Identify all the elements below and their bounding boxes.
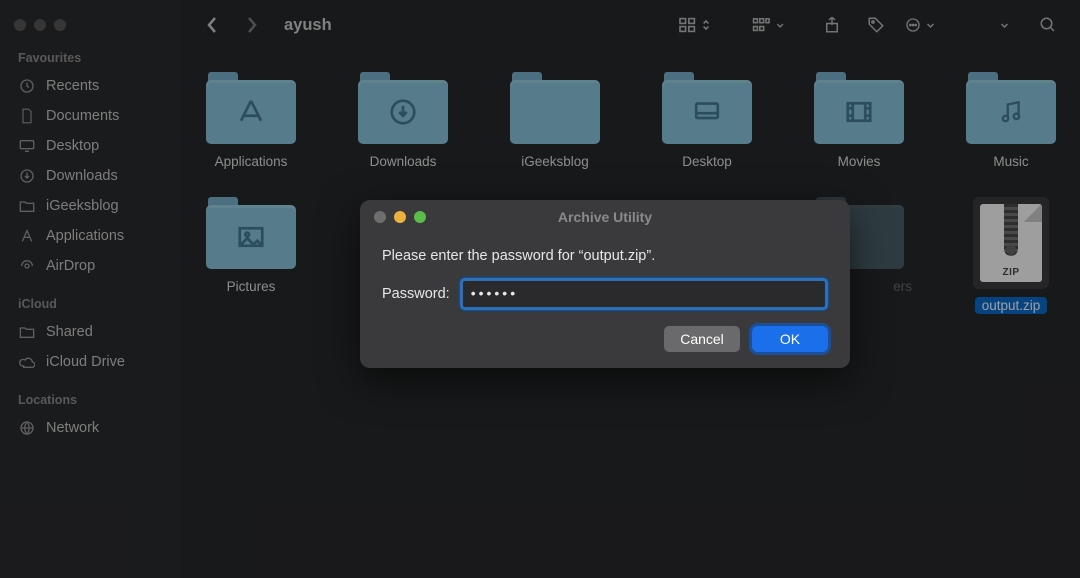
folder-movies[interactable]: Movies [806,72,912,169]
cancel-button[interactable]: Cancel [664,326,740,352]
window-title: ayush [284,16,332,35]
download-circle-icon [18,167,36,185]
sidebar-item-icloud-drive[interactable]: iCloud Drive [0,347,182,377]
sidebar-item-igeeksblog[interactable]: iGeeksblog [0,191,182,221]
file-label: output.zip [975,297,1048,314]
sidebar-item-shared[interactable]: Shared [0,317,182,347]
desktop-icon [18,137,36,155]
archive-utility-dialog: Archive Utility Please enter the passwor… [360,200,850,368]
toolbar: ayush [182,0,1080,50]
share-button[interactable] [816,11,848,39]
folder-downloads[interactable]: Downloads [350,72,456,169]
sidebar-item-label: Shared [46,324,93,340]
group-by-button[interactable] [752,11,784,39]
folder-igeeksblog[interactable]: iGeeksblog [502,72,608,169]
sidebar-item-documents[interactable]: Documents [0,101,182,131]
sidebar-item-label: Recents [46,78,99,94]
film-glyph-icon [814,80,904,144]
folder-label: Desktop [682,154,732,169]
back-button[interactable] [198,11,226,39]
window-controls [0,8,182,47]
folder-music[interactable]: Music [958,72,1064,169]
sidebar: Favourites Recents Documents Desktop Dow… [0,0,182,578]
finder-window: Favourites Recents Documents Desktop Dow… [0,0,1080,578]
password-field-wrapper [460,278,828,310]
folder-label: Music [993,154,1028,169]
ok-button[interactable]: OK [752,326,828,352]
fullscreen-window-dot[interactable] [54,19,66,31]
view-mode-button[interactable] [678,11,710,39]
music-glyph-icon [966,80,1056,144]
folder-desktop[interactable]: Desktop [654,72,760,169]
sidebar-item-label: iGeeksblog [46,198,119,214]
dialog-title: Archive Utility [360,209,850,225]
dialog-message: Please enter the password for “output.zi… [382,248,828,264]
folder-label: Applications [215,154,288,169]
sidebar-item-label: Documents [46,108,119,124]
sidebar-item-network[interactable]: Network [0,413,182,443]
sidebar-item-label: Downloads [46,168,118,184]
folder-label: iGeeksblog [521,154,589,169]
sidebar-item-applications[interactable]: Applications [0,221,182,251]
app-store-glyph-icon [206,80,296,144]
file-output-zip[interactable]: ZIP output.zip [958,197,1064,314]
folder-icon [18,197,36,215]
globe-icon [18,419,36,437]
sidebar-item-desktop[interactable]: Desktop [0,131,182,161]
folder-label: Movies [838,154,881,169]
sidebar-item-label: Applications [46,228,124,244]
close-window-dot[interactable] [14,19,26,31]
folder-label: Pictures [227,279,276,294]
action-menu-button[interactable] [904,11,936,39]
password-input[interactable] [471,285,817,301]
shared-folder-icon [18,323,36,341]
picture-glyph-icon [206,205,296,269]
zip-file-icon: ZIP [980,204,1042,282]
sidebar-item-label: Network [46,420,99,436]
sidebar-item-recents[interactable]: Recents [0,71,182,101]
sidebar-section-icloud: iCloud [0,293,182,317]
overflow-button[interactable] [988,11,1020,39]
forward-button[interactable] [238,11,266,39]
document-icon [18,107,36,125]
sidebar-item-label: Desktop [46,138,99,154]
minimize-window-dot[interactable] [34,19,46,31]
clock-icon [18,77,36,95]
sidebar-item-label: AirDrop [46,258,95,274]
sidebar-section-locations: Locations [0,389,182,413]
sidebar-item-airdrop[interactable]: AirDrop [0,251,182,281]
cloud-icon [18,353,36,371]
download-glyph-icon [358,80,448,144]
sidebar-section-favourites: Favourites [0,47,182,71]
zip-ext-label: ZIP [1002,267,1019,278]
search-button[interactable] [1032,11,1064,39]
airdrop-icon [18,257,36,275]
tag-button[interactable] [860,11,892,39]
password-label: Password: [382,286,450,302]
desktop-glyph-icon [662,80,752,144]
folder-pictures[interactable]: Pictures [198,197,304,314]
folder-applications[interactable]: Applications [198,72,304,169]
sidebar-item-label: iCloud Drive [46,354,125,370]
a-letter-icon [18,227,36,245]
folder-label: Downloads [370,154,437,169]
sidebar-item-downloads[interactable]: Downloads [0,161,182,191]
